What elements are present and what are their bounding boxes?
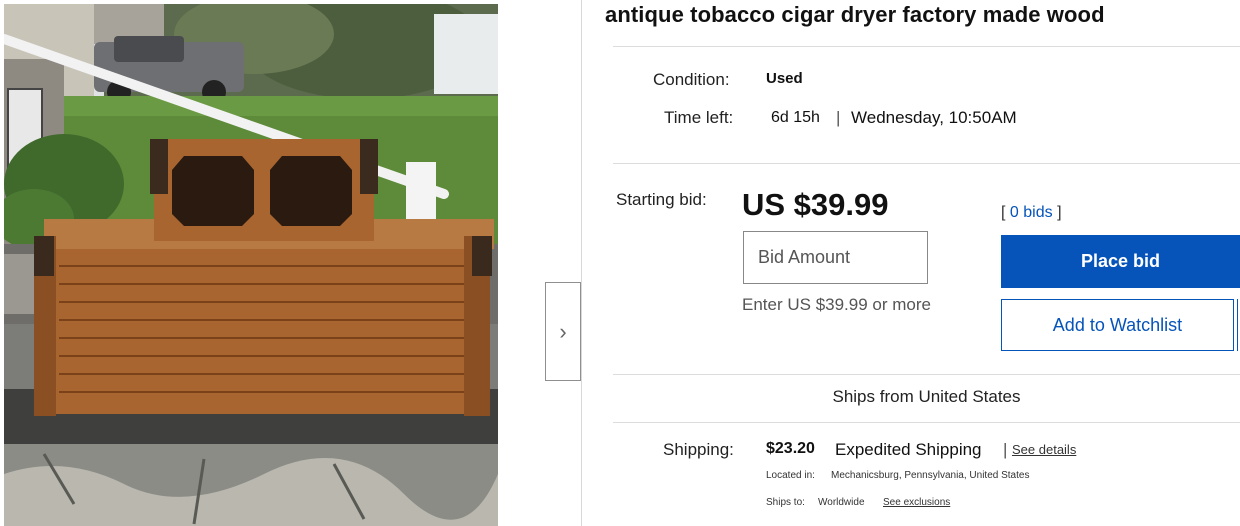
see-details-link[interactable]: See details bbox=[1012, 442, 1076, 457]
condition-label: Condition: bbox=[653, 70, 730, 89]
see-exclusions-link[interactable]: See exclusions bbox=[883, 497, 950, 508]
shipping-method: Expedited Shipping bbox=[835, 440, 982, 459]
located-in-value: Mechanicsburg, Pennsylvania, United Stat… bbox=[831, 470, 1030, 481]
details-divider bbox=[613, 163, 1240, 164]
time-left-value: 6d 15h bbox=[771, 109, 820, 126]
ships-to-label: Ships to: bbox=[766, 497, 805, 508]
starting-bid-label: Starting bid: bbox=[616, 190, 707, 209]
next-image-button[interactable]: › bbox=[545, 282, 581, 381]
condition-value: Used bbox=[766, 70, 803, 87]
bid-hint: Enter US $39.99 or more bbox=[742, 295, 931, 314]
time-left-label: Time left: bbox=[664, 108, 734, 127]
listing-title: antique tobacco cigar dryer factory made… bbox=[605, 2, 1105, 27]
product-photo-illustration bbox=[4, 4, 498, 526]
ships-from: Ships from United States bbox=[832, 387, 1021, 406]
shipping-label: Shipping: bbox=[663, 440, 734, 459]
gallery-divider bbox=[581, 0, 582, 526]
add-to-watchlist-button[interactable]: Add to Watchlist bbox=[1001, 299, 1234, 351]
ships-from-divider bbox=[613, 422, 1240, 423]
place-bid-button[interactable]: Place bid bbox=[1001, 235, 1240, 288]
time-left-separator: | bbox=[836, 108, 841, 127]
bid-divider bbox=[613, 374, 1240, 375]
product-photo[interactable] bbox=[4, 4, 498, 526]
current-price: US $39.99 bbox=[742, 187, 889, 222]
chevron-right-icon: › bbox=[559, 318, 567, 344]
ships-to-value: Worldwide bbox=[818, 497, 865, 508]
located-in-label: Located in: bbox=[766, 470, 815, 481]
bids-link[interactable]: 0 bids bbox=[1010, 204, 1053, 221]
bids-close-bracket: ] bbox=[1057, 204, 1062, 221]
bids-open-bracket: [ bbox=[1001, 204, 1006, 221]
bids-count: [ 0 bids ] bbox=[1001, 204, 1062, 222]
image-gallery: › bbox=[0, 0, 583, 526]
end-time: Wednesday, 10:50AM bbox=[851, 108, 1017, 127]
title-divider bbox=[613, 46, 1240, 47]
bid-amount-input[interactable]: Bid Amount bbox=[743, 231, 928, 284]
shipping-cost: $23.20 bbox=[766, 440, 815, 457]
shipping-separator: | bbox=[1003, 440, 1008, 459]
